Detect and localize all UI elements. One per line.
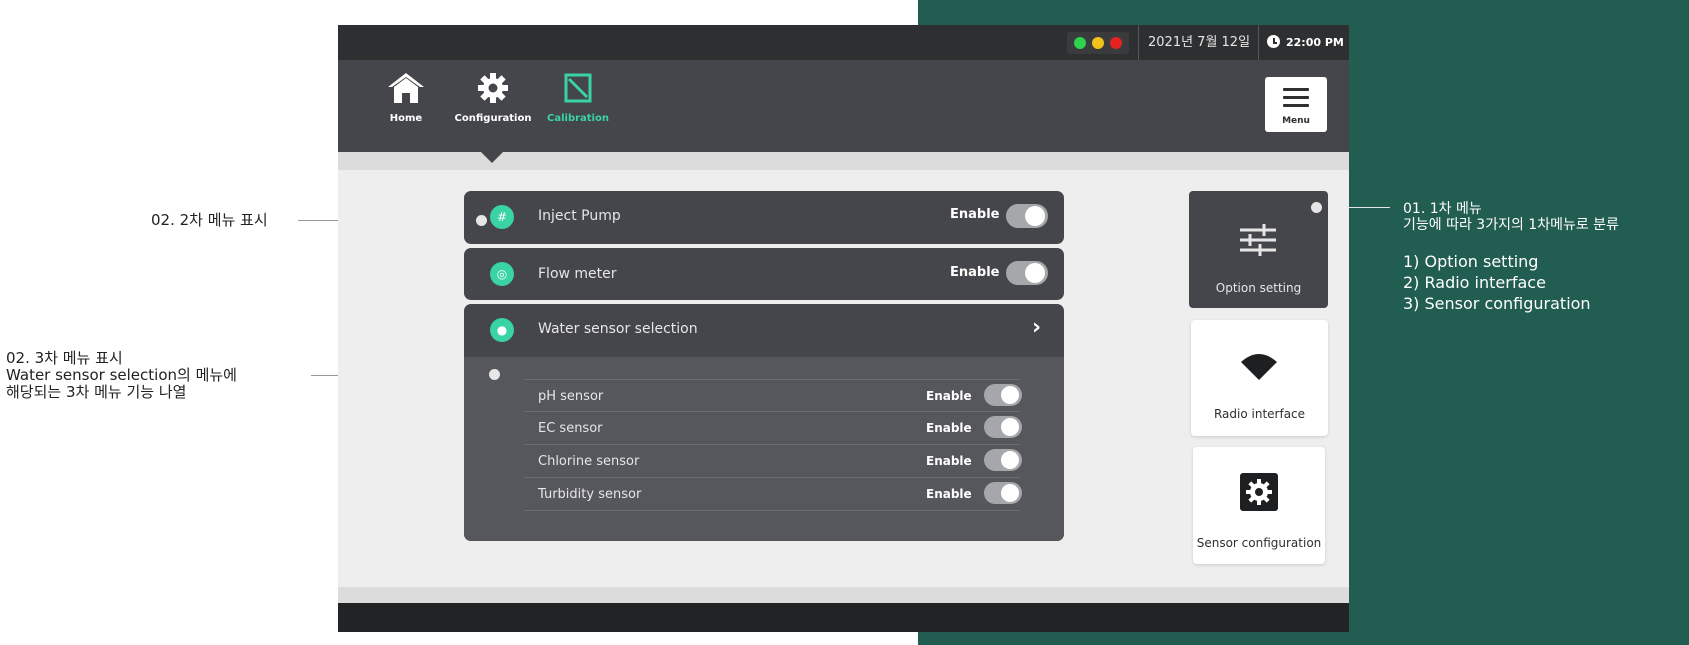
nav-bar: Home Configuration Calibration Menu: [338, 60, 1349, 152]
turbidity-sensor-toggle[interactable]: [984, 482, 1022, 504]
ph-sensor-toggle[interactable]: [984, 384, 1022, 406]
sensor-label: EC sensor: [538, 421, 603, 436]
list-item-inject-pump[interactable]: # Inject Pump Enable: [464, 191, 1064, 244]
nav-home[interactable]: Home: [382, 72, 430, 124]
status-lights: [1067, 32, 1129, 54]
active-nav-caret: [481, 152, 503, 163]
sensor-state: Enable: [926, 421, 972, 435]
nav-configuration[interactable]: Configuration: [453, 72, 533, 124]
annotation-dot: [476, 215, 487, 226]
annotation-dot: [1311, 202, 1322, 213]
ec-sensor-toggle[interactable]: [984, 416, 1022, 438]
clock-icon: [1267, 35, 1280, 48]
red-light-icon: [1110, 37, 1122, 49]
yellow-light-icon: [1092, 37, 1104, 49]
annotation-dot: [489, 369, 500, 380]
sensor-configuration-label: Sensor configuration: [1196, 536, 1322, 550]
home-icon: [388, 73, 424, 103]
radio-interface-label: Radio interface: [1213, 407, 1306, 421]
device-screen: 2021년 7월 12일 22:00 PM Home Configuration…: [338, 25, 1349, 632]
status-bar: 2021년 7월 12일 22:00 PM: [338, 25, 1349, 60]
gear-icon: [478, 73, 508, 103]
chevron-right-icon[interactable]: ›: [1032, 315, 1041, 340]
annotation-line-2: Water sensor selection의 메뉴에: [6, 366, 237, 384]
option-setting-label: Option setting: [1215, 281, 1302, 295]
sensor-row-turbidity[interactable]: Turbidity sensor Enable: [524, 477, 1022, 511]
option-setting-card[interactable]: Option setting: [1189, 191, 1328, 308]
annotation-list-item: 1) Option setting: [1403, 252, 1539, 271]
status-time: 22:00 PM: [1258, 25, 1344, 60]
sensor-row-chlorine[interactable]: Chlorine sensor Enable: [524, 444, 1022, 477]
list-item-water-sensor[interactable]: ● Water sensor selection › pH sensor Ena…: [464, 304, 1064, 541]
nav-home-label: Home: [389, 113, 423, 124]
annotation-secondary-menu: 02. 2차 메뉴 표시: [151, 211, 268, 229]
annotation-list: 1) Option setting 2) Radio interface 3) …: [1403, 251, 1619, 314]
flow-meter-icon: ◎: [490, 262, 514, 286]
water-sensor-submenu: pH sensor Enable EC sensor Enable Chlori…: [464, 357, 1064, 541]
flow-meter-toggle[interactable]: [1006, 261, 1048, 285]
flow-meter-label: Flow meter: [538, 266, 617, 282]
hamburger-icon: [1283, 88, 1309, 112]
annotation-subtitle: 기능에 따라 3가지의 1차메뉴로 분류: [1403, 217, 1619, 233]
sensor-row-ec[interactable]: EC sensor Enable: [524, 411, 1022, 444]
green-light-icon: [1074, 37, 1086, 49]
sensor-state: Enable: [926, 454, 972, 468]
inject-pump-toggle[interactable]: [1006, 204, 1048, 228]
wifi-icon: [1241, 354, 1277, 380]
annotation-line-3: 해당되는 3차 메뉴 기능 나열: [6, 383, 187, 401]
flow-meter-state: Enable: [950, 265, 1000, 280]
sensor-label: Turbidity sensor: [538, 487, 642, 502]
annotation-tertiary-menu: 02. 3차 메뉴 표시 Water sensor selection의 메뉴에…: [6, 350, 237, 401]
menu-button[interactable]: Menu: [1265, 77, 1327, 132]
nav-calibration-label: Calibration: [547, 113, 609, 124]
bottom-bar: [338, 603, 1349, 632]
sensor-state: Enable: [926, 487, 972, 501]
list-item-flow-meter[interactable]: ◎ Flow meter Enable: [464, 248, 1064, 300]
settings-box-icon: [1240, 473, 1278, 511]
annotation-list-item: 3) Sensor configuration: [1403, 294, 1591, 313]
sliders-icon: [1240, 224, 1276, 256]
water-drop-icon: ●: [490, 318, 514, 342]
radio-interface-card[interactable]: Radio interface: [1191, 320, 1328, 436]
status-date: 2021년 7월 12일: [1138, 25, 1250, 60]
chlorine-sensor-toggle[interactable]: [984, 449, 1022, 471]
nav-calibration[interactable]: Calibration: [543, 72, 613, 124]
annotation-title: 01. 1차 메뉴: [1403, 201, 1482, 217]
nav-configuration-label: Configuration: [454, 113, 532, 124]
menu-label: Menu: [1282, 116, 1310, 126]
sensor-row-ph[interactable]: pH sensor Enable: [524, 379, 1022, 412]
status-time-text: 22:00 PM: [1286, 36, 1344, 49]
calibration-icon: [564, 73, 592, 103]
sensor-label: pH sensor: [538, 389, 604, 404]
water-sensor-label: Water sensor selection: [538, 321, 698, 337]
inject-pump-state: Enable: [950, 207, 1000, 222]
annotation-primary-menu: 01. 1차 메뉴 기능에 따라 3가지의 1차메뉴로 분류 1) Option…: [1403, 201, 1619, 314]
sensor-configuration-card[interactable]: Sensor configuration: [1193, 447, 1325, 564]
annotation-line-1: 02. 3차 메뉴 표시: [6, 349, 123, 367]
sensor-label: Chlorine sensor: [538, 454, 640, 469]
annotation-list-item: 2) Radio interface: [1403, 273, 1546, 292]
inject-pump-label: Inject Pump: [538, 208, 621, 224]
sensor-state: Enable: [926, 389, 972, 403]
pump-icon: #: [490, 205, 514, 229]
